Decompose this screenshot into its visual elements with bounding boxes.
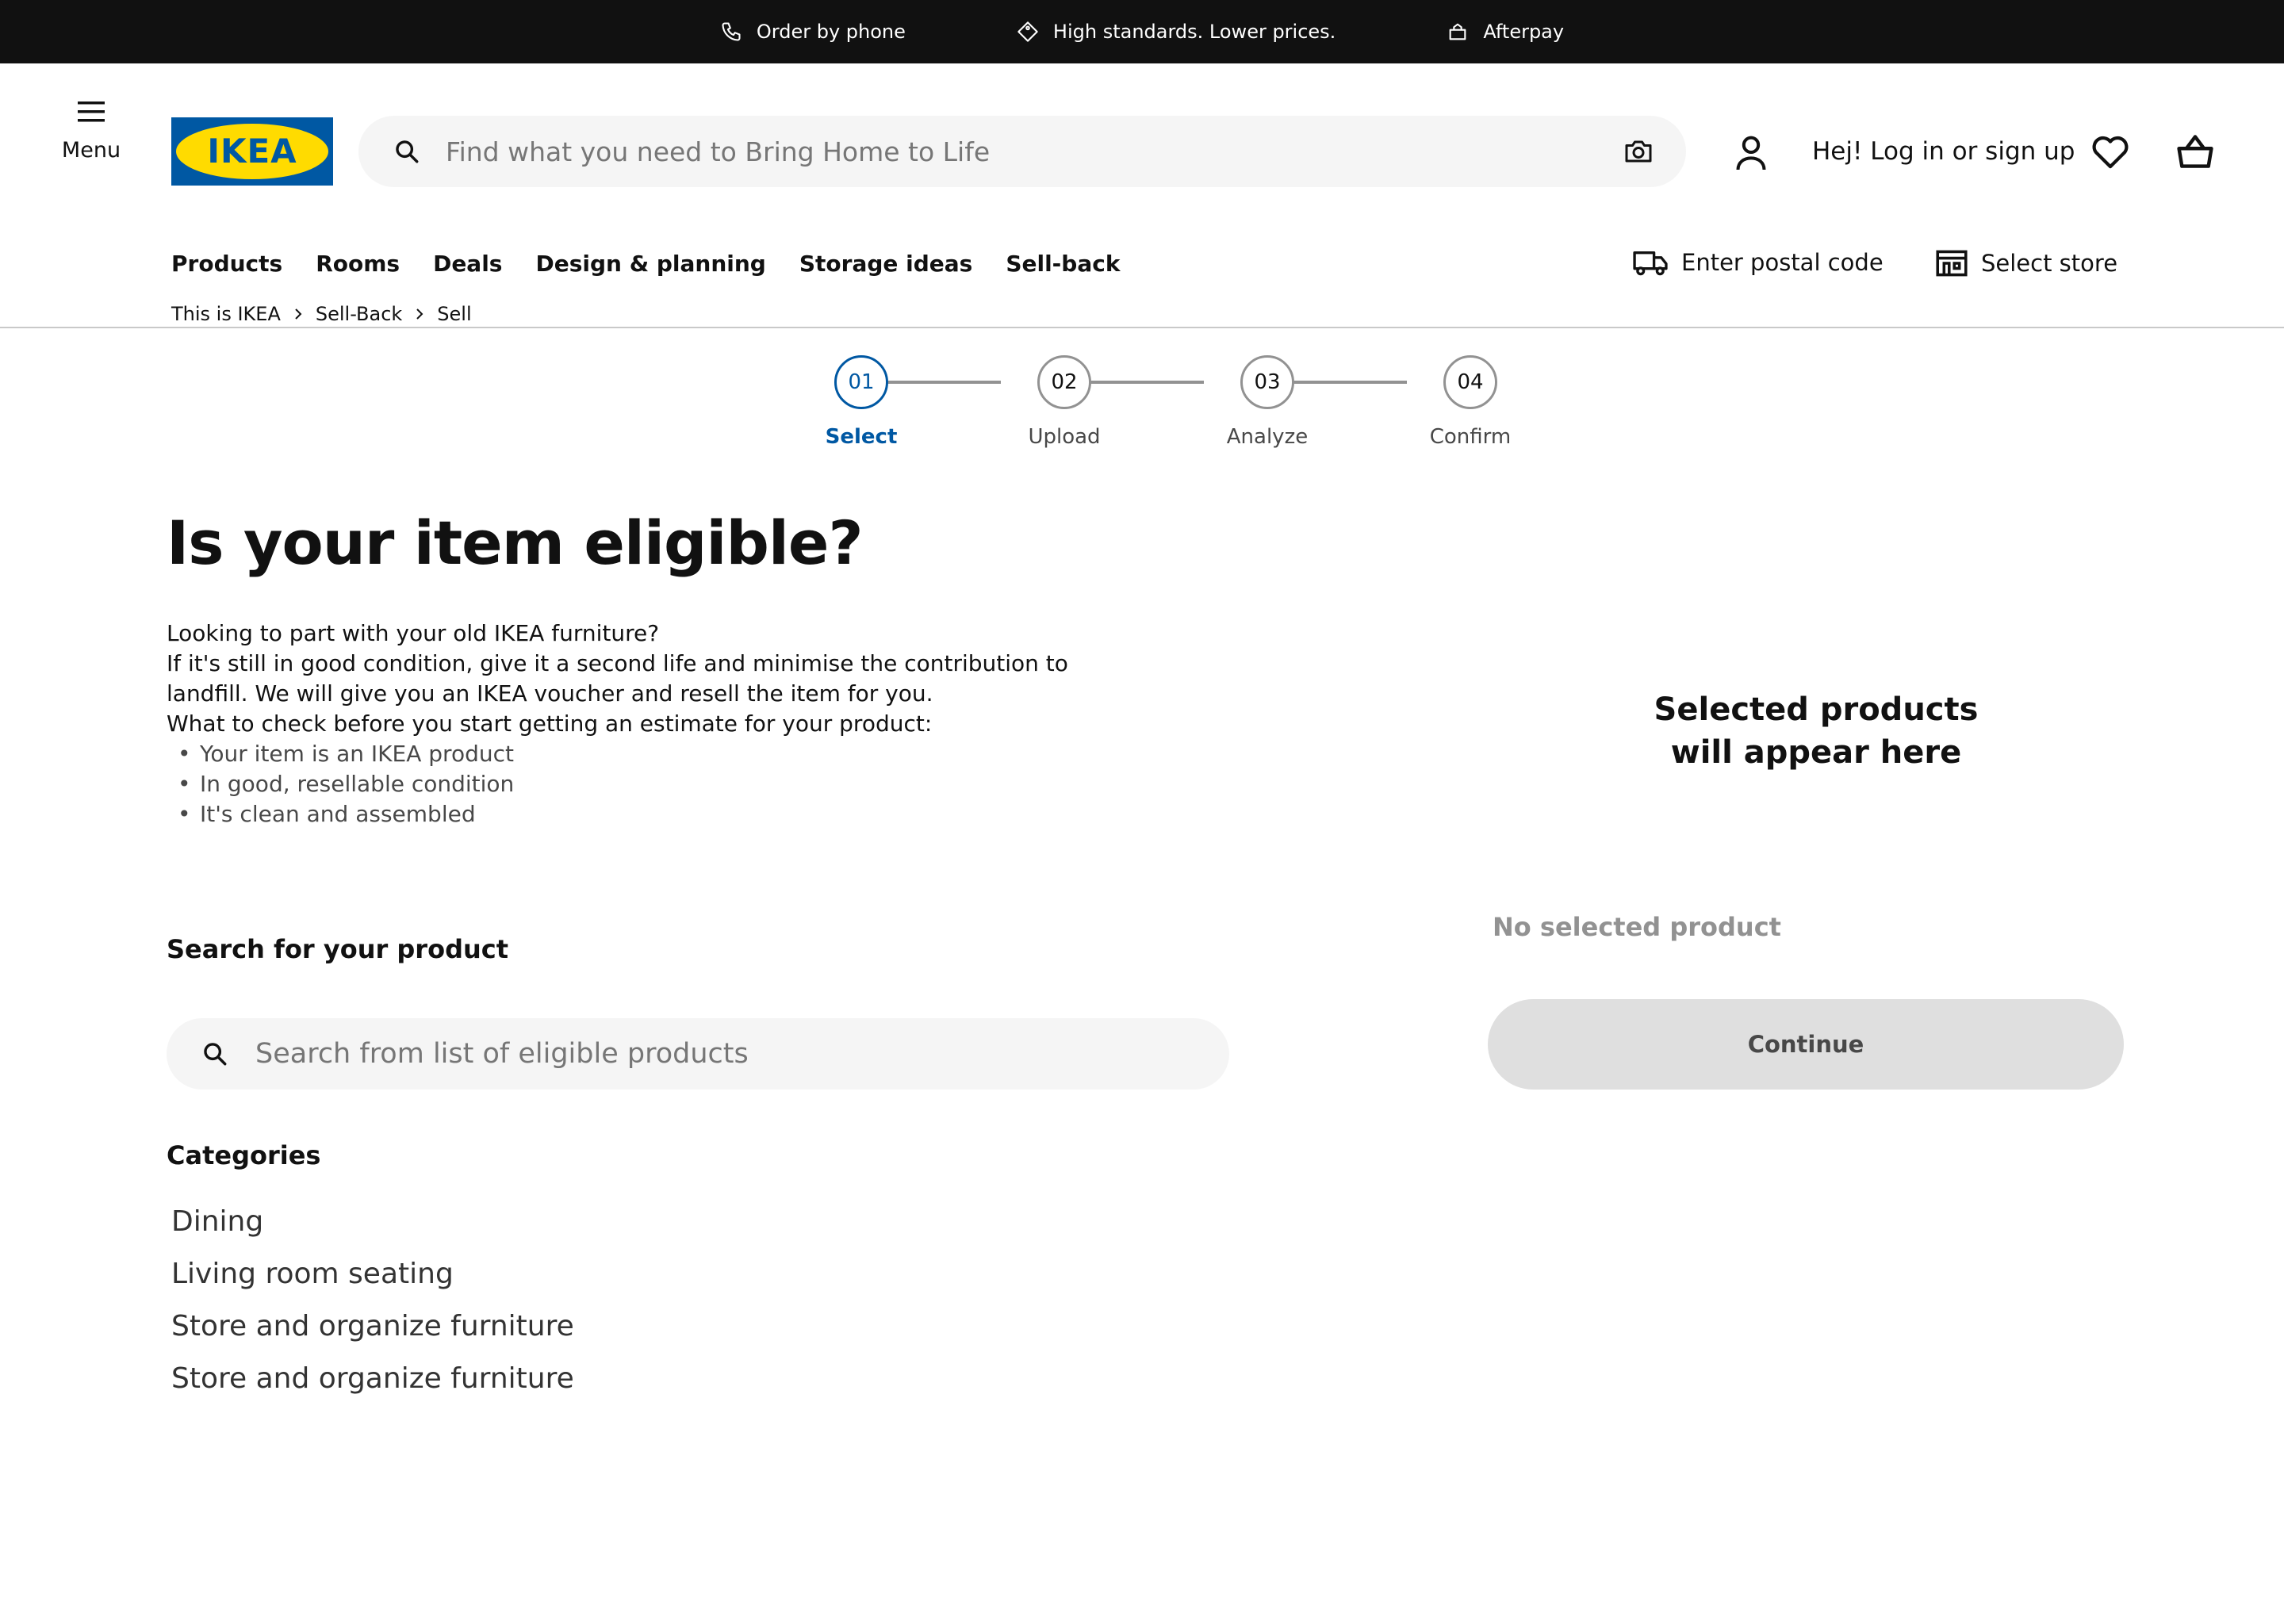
product-search-title: Search for your product bbox=[167, 934, 509, 964]
checklist-item: Your item is an IKEA product bbox=[178, 739, 1118, 769]
select-store-label: Select store bbox=[1981, 250, 2118, 277]
step-label: Analyze bbox=[1226, 425, 1309, 449]
camera-icon[interactable] bbox=[1623, 137, 1654, 166]
menu-label: Menu bbox=[61, 138, 121, 163]
phone-icon bbox=[720, 21, 742, 43]
store-icon bbox=[1935, 249, 1968, 278]
step-select: 01 Select bbox=[806, 355, 917, 449]
step-number: 04 bbox=[1443, 355, 1497, 409]
step-label: Confirm bbox=[1429, 425, 1512, 449]
login-link[interactable]: Hej! Log in or sign up bbox=[1812, 137, 2075, 166]
breadcrumb: This is IKEA Sell-Back Sell bbox=[171, 303, 472, 325]
category-list: Dining Living room seating Store and org… bbox=[171, 1201, 574, 1410]
step-number: 02 bbox=[1037, 355, 1091, 409]
chevron-right-icon bbox=[293, 307, 303, 321]
logo-text: IKEA bbox=[207, 132, 297, 170]
step-upload: 02 Upload bbox=[1009, 355, 1120, 449]
nav-products[interactable]: Products bbox=[171, 251, 282, 277]
page-title: Is your item eligible? bbox=[167, 508, 864, 578]
nav-sell-back[interactable]: Sell-back bbox=[1006, 251, 1120, 277]
product-search-input[interactable] bbox=[255, 1038, 1198, 1070]
header-divider bbox=[0, 327, 2284, 328]
nav-deals[interactable]: Deals bbox=[433, 251, 502, 277]
site-search-bar[interactable] bbox=[358, 116, 1686, 187]
truck-icon bbox=[1632, 249, 1669, 276]
product-search-bar[interactable] bbox=[167, 1018, 1229, 1090]
selected-products-placeholder: Selected products will appear here bbox=[1634, 688, 1998, 774]
breadcrumb-sell-back[interactable]: Sell-Back bbox=[316, 303, 402, 325]
nav-design-planning[interactable]: Design & planning bbox=[535, 251, 765, 277]
category-dining[interactable]: Dining bbox=[171, 1201, 574, 1253]
step-number: 01 bbox=[834, 355, 888, 409]
intro-line: Looking to part with your old IKEA furni… bbox=[167, 620, 660, 646]
breadcrumb-this-is-ikea[interactable]: This is IKEA bbox=[171, 303, 281, 325]
promo-label: Order by phone bbox=[756, 21, 906, 43]
step-analyze: 03 Analyze bbox=[1212, 355, 1323, 449]
categories-title: Categories bbox=[167, 1140, 321, 1170]
category-store-and-organize[interactable]: Store and organize furniture bbox=[171, 1358, 574, 1410]
menu-button[interactable]: Menu bbox=[56, 102, 127, 163]
shopping-bag-icon[interactable] bbox=[2175, 133, 2216, 170]
breadcrumb-sell[interactable]: Sell bbox=[437, 303, 471, 325]
nav-storage-ideas[interactable]: Storage ideas bbox=[799, 251, 972, 277]
category-store-and-organize[interactable]: Store and organize furniture bbox=[171, 1305, 574, 1358]
hamburger-icon bbox=[56, 102, 127, 122]
promo-label: High standards. Lower prices. bbox=[1052, 21, 1336, 43]
afterpay-icon bbox=[1447, 21, 1469, 43]
page: Order by phone High standards. Lower pri… bbox=[0, 0, 2284, 1624]
progress-stepper: 01 Select 02 Upload 03 Analyze 04 Confir… bbox=[806, 355, 1511, 450]
checklist-item: In good, resellable condition bbox=[178, 769, 1118, 799]
search-icon bbox=[393, 138, 420, 165]
promo-label: Afterpay bbox=[1483, 21, 1565, 43]
step-confirm: 04 Confirm bbox=[1415, 355, 1526, 449]
search-icon bbox=[201, 1040, 228, 1067]
heart-icon[interactable] bbox=[2090, 135, 2130, 170]
site-search-input[interactable] bbox=[446, 136, 1623, 167]
ikea-logo[interactable]: IKEA bbox=[171, 117, 333, 186]
placeholder-line: Selected products bbox=[1654, 691, 1979, 728]
promo-afterpay[interactable]: Afterpay bbox=[1447, 21, 1564, 43]
category-living-room-seating[interactable]: Living room seating bbox=[171, 1253, 574, 1305]
step-label: Select bbox=[825, 425, 898, 449]
select-store-button[interactable]: Select store bbox=[1935, 249, 2117, 278]
price-tag-icon bbox=[1017, 21, 1039, 43]
promo-bar: Order by phone High standards. Lower pri… bbox=[0, 0, 2284, 63]
postal-code-button[interactable]: Enter postal code bbox=[1632, 249, 1884, 276]
intro-line: What to check before you start getting a… bbox=[167, 710, 933, 737]
nav-rooms[interactable]: Rooms bbox=[316, 251, 400, 277]
intro-line: If it's still in good condition, give it… bbox=[167, 650, 1068, 707]
step-number: 03 bbox=[1240, 355, 1294, 409]
postal-code-label: Enter postal code bbox=[1681, 249, 1884, 276]
placeholder-line: will appear here bbox=[1670, 734, 1962, 771]
intro-text: Looking to part with your old IKEA furni… bbox=[167, 619, 1118, 829]
no-selected-product-label: No selected product bbox=[1493, 912, 1781, 942]
user-icon[interactable] bbox=[1734, 133, 1769, 171]
main-nav: Products Rooms Deals Design & planning S… bbox=[171, 251, 1120, 277]
promo-order-by-phone[interactable]: Order by phone bbox=[720, 21, 906, 43]
eligibility-checklist: Your item is an IKEA product In good, re… bbox=[178, 739, 1118, 829]
step-label: Upload bbox=[1028, 425, 1101, 449]
promo-high-standards[interactable]: High standards. Lower prices. bbox=[1017, 21, 1336, 43]
continue-button[interactable]: Continue bbox=[1488, 999, 2124, 1090]
chevron-right-icon bbox=[415, 307, 424, 321]
checklist-item: It's clean and assembled bbox=[178, 799, 1118, 829]
